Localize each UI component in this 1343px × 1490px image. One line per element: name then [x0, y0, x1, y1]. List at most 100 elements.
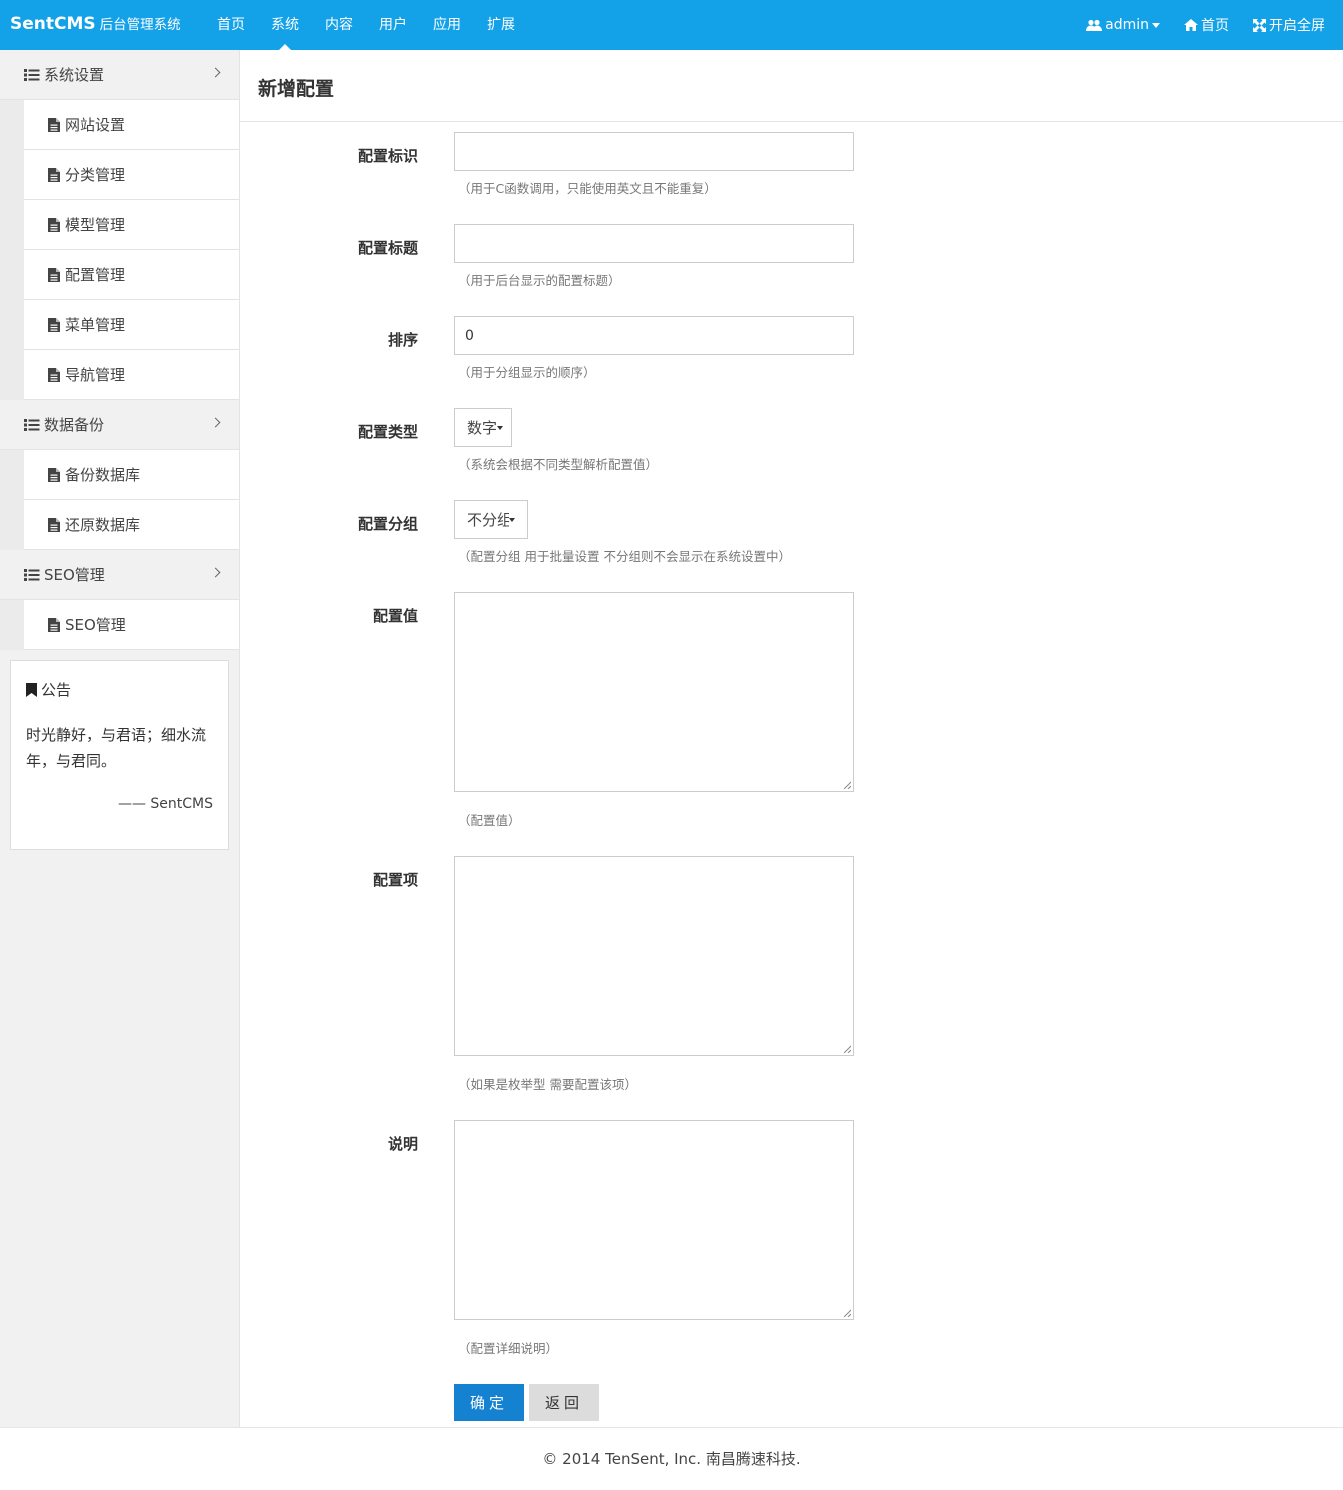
sidebar-item-restore-db[interactable]: 还原数据库 — [24, 500, 239, 550]
chevron-right-icon — [210, 67, 221, 78]
sidebar-item-model[interactable]: 模型管理 — [24, 200, 239, 250]
menu-group-backup: 数据备份 备份数据库 还原数据库 — [0, 400, 239, 550]
file-icon — [48, 167, 60, 182]
nav-home[interactable]: 首页 — [204, 0, 258, 50]
submenu-system: 网站设置 分类管理 模型管理 配置管理 菜单管理 导航管理 — [0, 100, 239, 400]
config-extra-textarea[interactable] — [454, 856, 854, 1056]
sidebar-item-category[interactable]: 分类管理 — [24, 150, 239, 200]
sidebar-item-label: 导航管理 — [65, 366, 126, 384]
file-icon — [48, 367, 60, 382]
file-icon — [48, 267, 60, 282]
help-sort: （用于分组显示的顺序） — [458, 365, 596, 380]
resize-grip-icon[interactable] — [843, 1045, 851, 1053]
resize-grip-icon[interactable] — [843, 781, 851, 789]
sidebar-item-backup-db[interactable]: 备份数据库 — [24, 450, 239, 500]
notice-title-text: 公告 — [41, 681, 72, 699]
help-config-name: （用于C函数调用，只能使用英文且不能重复） — [458, 181, 717, 196]
help-remark: （配置详细说明） — [458, 1341, 559, 1356]
sidebar-item-label: 备份数据库 — [65, 466, 141, 484]
fullscreen-icon — [1253, 18, 1266, 32]
notice-panel: 公告 时光静好，与君语；细水流年，与君同。 —— SentCMS — [10, 660, 229, 850]
users-icon — [1086, 19, 1103, 31]
top-nav: 首页 系统 内容 用户 应用 扩展 — [204, 0, 528, 50]
label-remark: 说明 — [387, 1135, 418, 1153]
label-config-value: 配置值 — [372, 607, 418, 625]
config-group-value: 不分组 — [467, 511, 509, 529]
divider — [240, 121, 1343, 122]
sidebar-item-seo[interactable]: SEO管理 — [24, 600, 239, 650]
sidebar: 系统设置 网站设置 分类管理 模型管理 配置管理 菜单管理 导航管理 数据备份 … — [0, 50, 240, 1427]
submit-button[interactable]: 确定 — [454, 1384, 524, 1421]
sidebar-item-label: 配置管理 — [65, 266, 126, 284]
remark-textarea[interactable] — [454, 1120, 854, 1320]
menu-head-data-backup[interactable]: 数据备份 — [0, 400, 239, 450]
bookmark-icon — [26, 682, 37, 697]
file-icon — [48, 317, 60, 332]
home-link[interactable]: 首页 — [1184, 15, 1229, 35]
sidebar-item-label: 菜单管理 — [65, 316, 126, 334]
brand-logo[interactable]: SentCMS 后台管理系统 — [10, 13, 181, 37]
caret-down-icon — [1152, 22, 1160, 28]
label-config-group: 配置分组 — [357, 515, 418, 533]
fullscreen-label: 开启全屏 — [1269, 18, 1325, 34]
menu-head-seo[interactable]: SEO管理 — [0, 550, 239, 600]
help-config-extra: （如果是枚举型 需要配置该项） — [458, 1077, 637, 1092]
config-title-input[interactable] — [454, 224, 854, 263]
list-icon — [24, 418, 40, 431]
nav-user[interactable]: 用户 — [366, 0, 420, 50]
sidebar-item-site-settings[interactable]: 网站设置 — [24, 100, 239, 150]
sidebar-item-menu[interactable]: 菜单管理 — [24, 300, 239, 350]
user-menu[interactable]: admin — [1086, 17, 1160, 33]
list-icon — [24, 68, 40, 81]
list-icon — [24, 568, 40, 581]
page-title: 新增配置 — [258, 78, 335, 100]
chevron-right-icon — [210, 417, 221, 428]
config-value-textarea[interactable] — [454, 592, 854, 792]
config-group-select[interactable]: 不分组 — [454, 500, 528, 539]
menu-head-system-settings[interactable]: 系统设置 — [0, 50, 239, 100]
file-icon — [48, 117, 60, 132]
help-config-type: （系统会根据不同类型解析配置值） — [458, 457, 659, 472]
menu-head-label: 系统设置 — [44, 66, 105, 84]
home-icon — [1184, 19, 1198, 31]
chevron-right-icon — [210, 567, 221, 578]
brand-name: SentCMS — [10, 14, 96, 34]
sidebar-item-label: 模型管理 — [65, 216, 126, 234]
submenu-backup: 备份数据库 还原数据库 — [0, 450, 239, 550]
menu-group-system: 系统设置 网站设置 分类管理 模型管理 配置管理 菜单管理 导航管理 — [0, 50, 239, 400]
sidebar-item-label: 还原数据库 — [65, 516, 141, 534]
file-icon — [48, 467, 60, 482]
nav-app[interactable]: 应用 — [420, 0, 474, 50]
home-link-label: 首页 — [1201, 18, 1229, 34]
label-config-type: 配置类型 — [357, 423, 418, 441]
back-button[interactable]: 返回 — [529, 1384, 599, 1421]
footer-copyright: © 2014 TenSent, Inc. 南昌腾速科技. — [0, 1427, 1343, 1490]
menu-group-seo: SEO管理 SEO管理 — [0, 550, 239, 650]
sidebar-item-label: 网站设置 — [65, 116, 126, 134]
config-type-value: 数字 — [467, 419, 498, 437]
sidebar-item-navigation[interactable]: 导航管理 — [24, 350, 239, 400]
brand-subtitle: 后台管理系统 — [99, 17, 181, 33]
sidebar-item-label: 分类管理 — [65, 166, 126, 184]
file-icon — [48, 617, 60, 632]
nav-system[interactable]: 系统 — [258, 0, 312, 50]
file-icon — [48, 217, 60, 232]
label-config-extra: 配置项 — [372, 871, 418, 889]
sidebar-item-label: SEO管理 — [65, 616, 126, 634]
help-config-group: （配置分组 用于批量设置 不分组则不会显示在系统设置中） — [458, 549, 791, 564]
menu-head-label: 数据备份 — [44, 416, 105, 434]
nav-extend[interactable]: 扩展 — [474, 0, 528, 50]
config-type-select[interactable]: 数字 — [454, 408, 512, 447]
top-right-menu: admin 首页 开启全屏 — [1062, 0, 1325, 50]
username: admin — [1105, 17, 1149, 33]
help-config-title: （用于后台显示的配置标题） — [458, 273, 621, 288]
fullscreen-toggle[interactable]: 开启全屏 — [1253, 15, 1325, 35]
help-config-value: （配置值） — [458, 813, 521, 828]
notice-title: 公告 — [26, 679, 213, 700]
config-name-input[interactable] — [454, 132, 854, 171]
nav-content[interactable]: 内容 — [312, 0, 366, 50]
notice-body: 时光静好，与君语；细水流年，与君同。 — [26, 726, 207, 770]
sort-input[interactable] — [454, 316, 854, 355]
sidebar-item-config[interactable]: 配置管理 — [24, 250, 239, 300]
resize-grip-icon[interactable] — [843, 1309, 851, 1317]
